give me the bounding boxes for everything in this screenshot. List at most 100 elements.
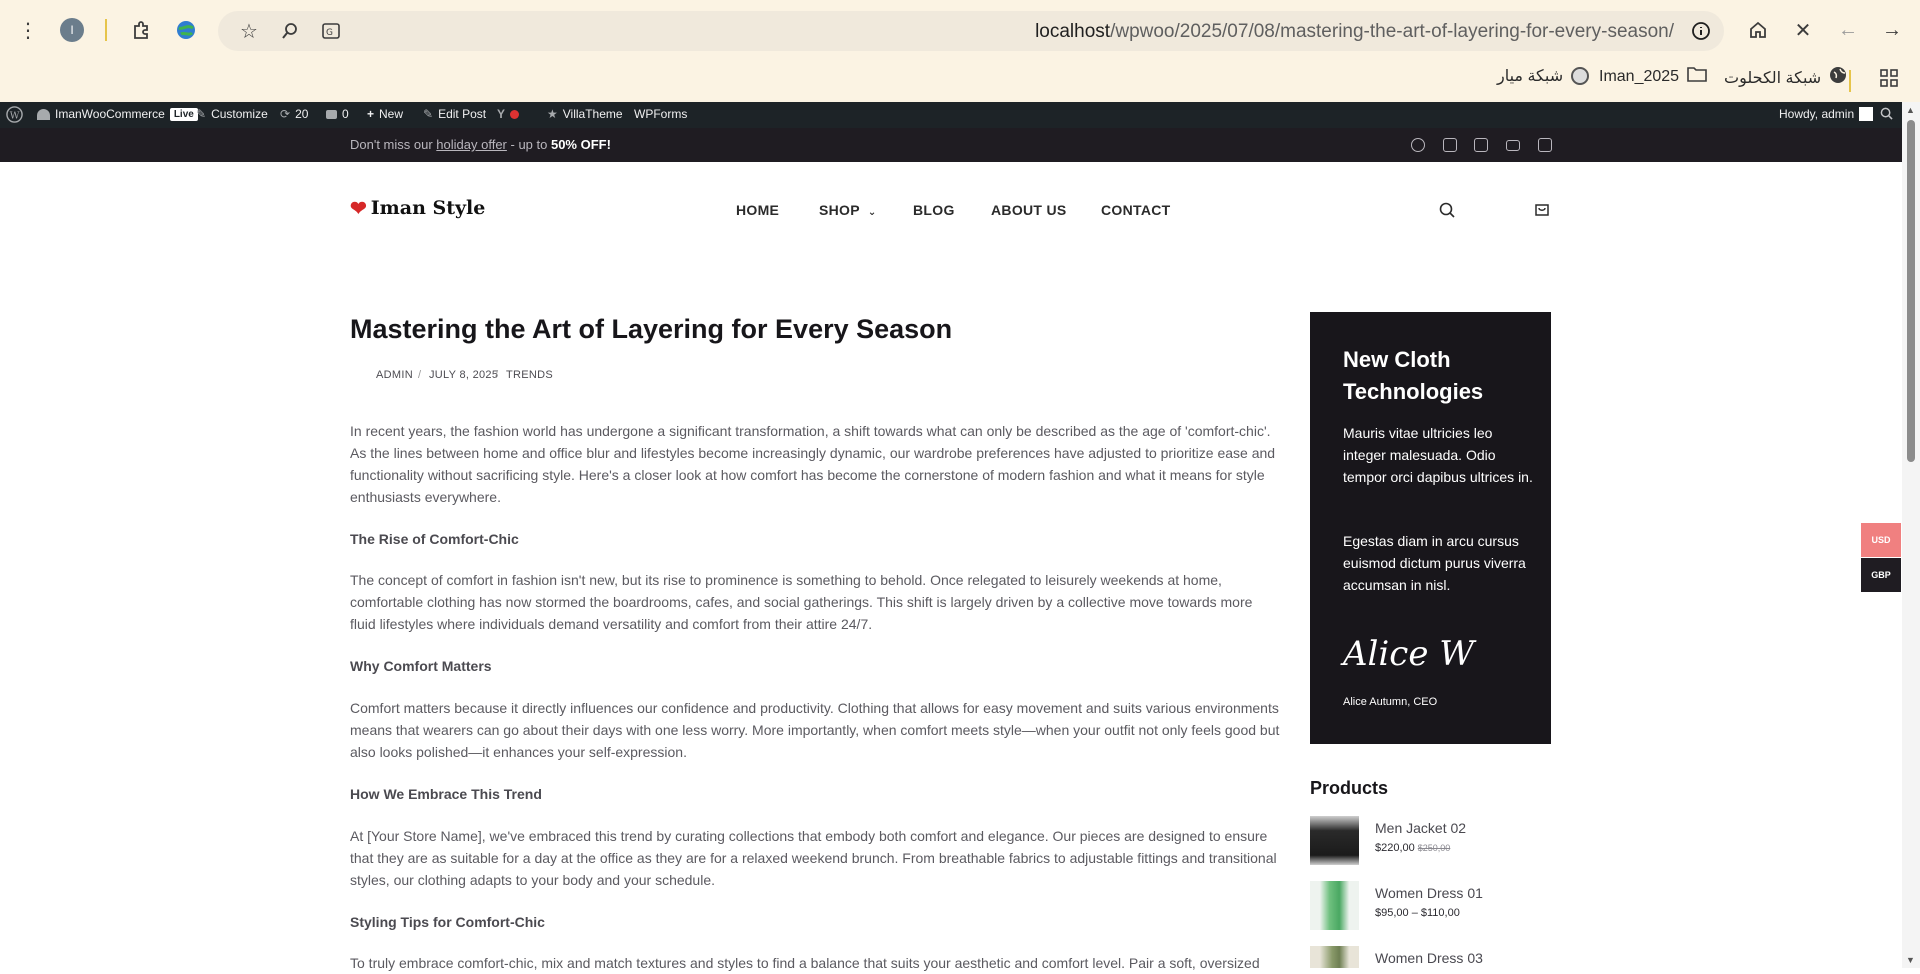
product-price: $220,00 $250,00: [1375, 842, 1450, 854]
signature-name: Alice Autumn, CEO: [1343, 696, 1438, 708]
back-arrow-icon[interactable]: ←: [1833, 15, 1863, 45]
site-name-label: ImanWooCommerce: [55, 107, 165, 121]
wordpress-logo-icon[interactable]: W: [6, 106, 23, 123]
post-subheading: How We Embrace This Trend: [350, 786, 542, 802]
sidebar-promo-box: New Cloth Technologies Mauris vitae ultr…: [1310, 312, 1551, 744]
nav-contact[interactable]: CONTACT: [1101, 202, 1171, 218]
menu-dots-icon[interactable]: ⋮: [13, 15, 43, 45]
comment-icon: [326, 109, 337, 119]
forward-arrow-icon[interactable]: →: [1877, 15, 1907, 45]
address-bar[interactable]: ☆ G localhost/wpwoo/2025/07/08/mastering…: [218, 11, 1724, 51]
bookmark-item[interactable]: Iman_2025: [1599, 66, 1707, 87]
pencil-icon: ✎: [423, 107, 434, 121]
new-link[interactable]: + New: [367, 107, 403, 121]
post-title: Mastering the Art of Layering for Every …: [350, 314, 953, 344]
edit-post-link[interactable]: ✎ Edit Post: [423, 107, 486, 121]
currency-gbp[interactable]: GBP: [1861, 558, 1901, 592]
scroll-up-icon[interactable]: ▲: [1906, 105, 1915, 115]
search-icon[interactable]: [1438, 201, 1458, 221]
signature: Alice W: [1343, 634, 1475, 674]
post-author[interactable]: ADMIN: [376, 369, 413, 381]
x-twitter-icon[interactable]: [1443, 138, 1457, 152]
promo-topbar: Don't miss our holiday offer - up to 50%…: [0, 128, 1902, 162]
villatheme-link[interactable]: ★ VillaTheme: [547, 107, 623, 121]
site-logo[interactable]: ❤ Iman Style: [350, 196, 485, 220]
product-thumbnail[interactable]: [1310, 881, 1359, 930]
howdy-label: Howdy, admin: [1779, 107, 1855, 121]
product-price-old: $250,00: [1417, 843, 1451, 853]
nav-about-us[interactable]: ABOUT US: [991, 202, 1067, 218]
bookmark-item[interactable]: شبكة الكحلوت: [1724, 66, 1847, 89]
close-icon[interactable]: ✕: [1788, 15, 1818, 45]
scroll-down-icon[interactable]: ▼: [1906, 955, 1915, 965]
holiday-offer-link[interactable]: holiday offer: [436, 137, 507, 152]
dashboard-icon: [37, 108, 50, 120]
promo-box-text: Egestas diam in arcu cursus euismod dict…: [1343, 533, 1526, 593]
page-scrollbar[interactable]: ▲ ▼: [1902, 102, 1920, 968]
post-subheading: Styling Tips for Comfort-Chic: [350, 914, 545, 930]
bookmark-item[interactable]: شبكة ميار: [1497, 66, 1590, 86]
email-icon[interactable]: [1506, 140, 1520, 151]
post-paragraph: To truly embrace comfort-chic, mix and m…: [350, 955, 1260, 971]
post-date[interactable]: JULY 8, 2025: [429, 369, 498, 381]
meta-separator: /: [495, 369, 499, 381]
post-paragraph: Comfort matters because it directly infl…: [350, 700, 1280, 760]
howdy-account[interactable]: Howdy, admin: [1779, 107, 1874, 121]
bookmark-star-icon[interactable]: ☆: [234, 16, 264, 46]
nav-home[interactable]: HOME: [736, 202, 779, 218]
nav-blog[interactable]: BLOG: [913, 202, 955, 218]
promo-text-start: Don't miss our: [350, 137, 437, 152]
zoom-icon[interactable]: [275, 16, 305, 46]
wp-admin-bar: W ImanWooCommerce Live ✎ Customize ⟳ 20 …: [0, 102, 1902, 128]
url-text[interactable]: localhost/wpwoo/2025/07/08/mastering-the…: [1035, 21, 1674, 43]
promo-box-title: New Cloth Technologies: [1343, 347, 1484, 404]
product-item[interactable]: Men Jacket 02 $220,00 $250,00: [1310, 816, 1570, 866]
folder-icon: [1687, 66, 1707, 87]
instagram-icon[interactable]: [1474, 138, 1488, 152]
moon-icon: [1571, 67, 1590, 85]
seo-status-dot-icon: [510, 109, 520, 119]
post-subheading: Why Comfort Matters: [350, 658, 492, 674]
live-badge: Live: [169, 107, 198, 121]
wpforms-link[interactable]: WPForms: [634, 107, 687, 121]
extension-globe-icon[interactable]: [171, 15, 201, 45]
post-category[interactable]: TRENDS: [506, 369, 553, 381]
comments-link[interactable]: 0: [326, 107, 349, 121]
updates-link[interactable]: ⟳ 20: [280, 107, 308, 121]
profile-avatar[interactable]: I: [60, 18, 84, 42]
comments-count: 0: [342, 107, 349, 121]
plus-icon: +: [367, 107, 375, 121]
product-item[interactable]: Women Dress 01 $95,00 – $110,00: [1310, 881, 1570, 931]
customize-label: Customize: [211, 107, 268, 121]
product-thumbnail[interactable]: [1310, 816, 1359, 865]
cart-icon[interactable]: [1534, 201, 1554, 221]
phone-icon[interactable]: [1538, 138, 1552, 152]
site-info-icon[interactable]: [1686, 16, 1716, 46]
seo-link[interactable]: Y: [497, 107, 520, 121]
nav-shop[interactable]: SHOP ⌄: [819, 202, 877, 218]
admin-site-name[interactable]: ImanWooCommerce Live: [37, 107, 198, 121]
edit-post-label: Edit Post: [438, 107, 487, 121]
yoast-icon: Y: [497, 107, 506, 121]
product-name[interactable]: Men Jacket 02: [1375, 820, 1466, 836]
product-name[interactable]: Women Dress 03: [1375, 950, 1483, 966]
promo-discount: 50% OFF!: [550, 137, 611, 152]
bookmark-label: Iman_2025: [1599, 67, 1680, 85]
product-item[interactable]: Women Dress 03: [1310, 946, 1570, 968]
translate-icon[interactable]: G: [316, 16, 346, 46]
product-name[interactable]: Women Dress 01: [1375, 885, 1483, 901]
apps-grid-icon[interactable]: [1879, 68, 1899, 93]
villatheme-label: VillaTheme: [562, 107, 623, 121]
chevron-down-icon: ⌄: [867, 207, 877, 218]
wpforms-label: WPForms: [634, 107, 688, 121]
scrollbar-thumb[interactable]: [1907, 120, 1915, 462]
home-icon[interactable]: [1743, 15, 1773, 45]
admin-search-icon[interactable]: [1880, 107, 1893, 120]
products-widget-title: Products: [1310, 778, 1389, 798]
currency-usd[interactable]: USD: [1861, 523, 1901, 557]
facebook-icon[interactable]: [1411, 138, 1425, 152]
customize-link[interactable]: ✎ Customize: [196, 107, 268, 121]
star-icon: ★: [547, 107, 558, 121]
extensions-icon[interactable]: [126, 15, 156, 45]
product-thumbnail[interactable]: [1310, 946, 1359, 968]
